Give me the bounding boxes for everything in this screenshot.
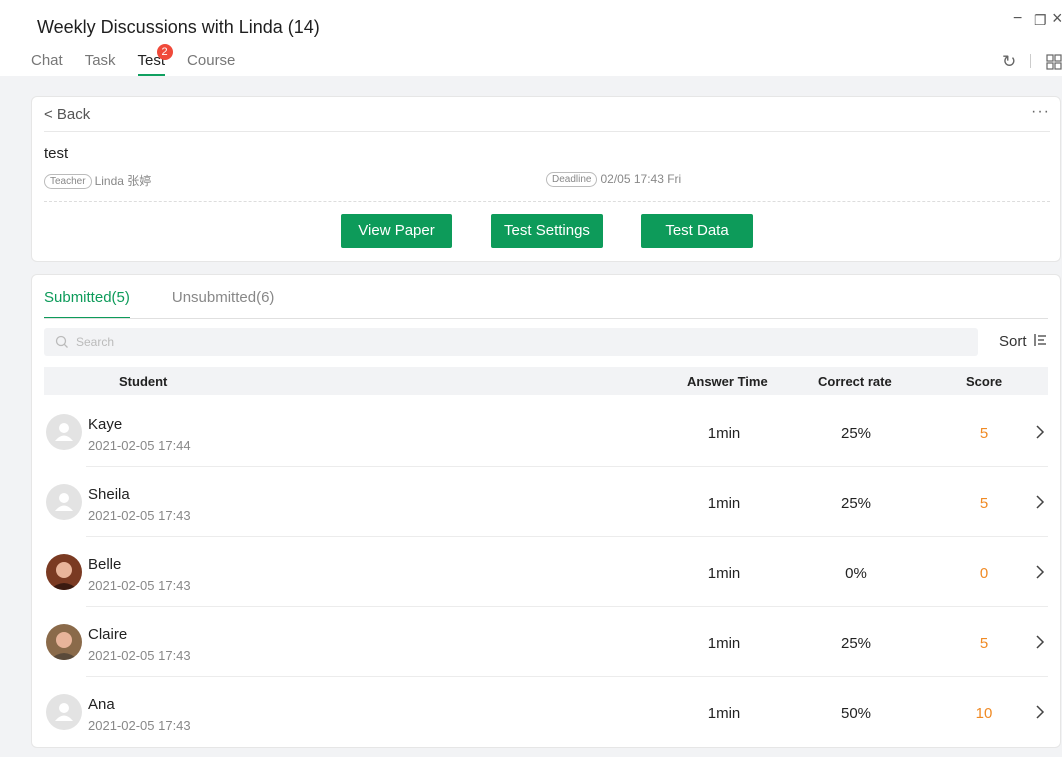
- student-name: Kaye: [88, 416, 123, 433]
- deadline-value: 02/05 17:43 Fri: [600, 172, 682, 186]
- answer-time: 1min: [707, 565, 741, 582]
- view-paper-button[interactable]: View Paper: [341, 214, 452, 248]
- table-row[interactable]: Claire 2021-02-05 17:43 1min 25% 5: [44, 607, 1048, 677]
- sort-icon: [1034, 334, 1046, 346]
- test-settings-button[interactable]: Test Settings: [491, 214, 603, 248]
- student-name: Belle: [88, 556, 122, 573]
- tab-task[interactable]: Task: [85, 52, 116, 76]
- divider: [44, 318, 1048, 319]
- score: 5: [979, 495, 989, 512]
- grid-icon[interactable]: [1046, 54, 1062, 70]
- avatar: [46, 694, 82, 730]
- answer-time: 1min: [707, 495, 741, 512]
- answer-time: 1min: [707, 705, 741, 722]
- teacher-info: Teacher Linda 张婷: [44, 172, 152, 190]
- table-row[interactable]: Ana 2021-02-05 17:43 1min 50% 10: [44, 677, 1048, 747]
- search-input[interactable]: [44, 328, 978, 356]
- window-title: Weekly Discussions with Linda (14): [37, 17, 320, 37]
- correct-rate: 0%: [845, 565, 867, 582]
- tab-submitted[interactable]: Submitted(5): [44, 289, 130, 319]
- back-button[interactable]: < Back: [44, 106, 90, 123]
- sort-label: Sort: [999, 333, 1027, 350]
- search-icon: [55, 335, 68, 348]
- avatar: [46, 484, 82, 520]
- test-title: test: [44, 145, 69, 162]
- chevron-right-icon: [1036, 635, 1045, 649]
- close-button[interactable]: ×: [1052, 8, 1062, 29]
- sort-button[interactable]: Sort: [999, 333, 1047, 350]
- divider: [44, 131, 1050, 132]
- tab-course[interactable]: Course: [187, 52, 235, 76]
- avatar: [46, 414, 82, 450]
- deadline-info: Deadline 02/05 17:43 Fri: [546, 172, 682, 188]
- more-icon[interactable]: ···: [1031, 103, 1050, 121]
- answer-time: 1min: [707, 425, 741, 442]
- test-data-button[interactable]: Test Data: [641, 214, 753, 248]
- column-score: Score: [966, 374, 1003, 389]
- submit-time: 2021-02-05 17:44: [88, 438, 191, 453]
- submit-time: 2021-02-05 17:43: [88, 648, 191, 663]
- table-row[interactable]: Belle 2021-02-05 17:43 1min 0% 0: [44, 537, 1048, 607]
- column-correct-rate: Correct rate: [818, 374, 892, 389]
- refresh-icon[interactable]: ↻: [1002, 52, 1016, 72]
- chevron-right-icon: [1036, 495, 1045, 509]
- tab-unsubmitted[interactable]: Unsubmitted(6): [172, 289, 275, 319]
- channel-tabs: Chat Task Test 2 Course: [31, 44, 257, 76]
- toolbar-divider: [1030, 54, 1031, 68]
- avatar: [46, 624, 82, 660]
- chevron-right-icon: [1036, 705, 1045, 719]
- student-name: Ana: [88, 696, 115, 713]
- correct-rate: 25%: [840, 635, 872, 652]
- notification-badge: 2: [156, 44, 173, 60]
- answer-time: 1min: [707, 635, 741, 652]
- column-answer-time: Answer Time: [687, 374, 768, 389]
- chevron-right-icon: [1036, 565, 1045, 579]
- student-name: Claire: [88, 626, 128, 643]
- submission-tabs: Submitted(5) Unsubmitted(6): [44, 289, 316, 319]
- avatar: [46, 554, 82, 590]
- restore-button[interactable]: ❐: [1034, 12, 1047, 29]
- deadline-tag: Deadline: [546, 172, 598, 188]
- test-info-card: < Back ··· test Teacher Linda 张婷 Deadline…: [31, 96, 1061, 262]
- submit-time: 2021-02-05 17:43: [88, 578, 191, 593]
- dashed-divider: [44, 201, 1050, 202]
- tab-chat[interactable]: Chat: [31, 52, 63, 76]
- title-bar: Weekly Discussions with Linda (14) − ❐ ×…: [0, 0, 1062, 76]
- teacher-name: Linda 张婷: [94, 174, 152, 188]
- table-header: Student Answer Time Correct rate Score: [44, 367, 1048, 395]
- column-student: Student: [119, 374, 168, 389]
- minimize-button[interactable]: −: [1013, 10, 1022, 28]
- score: 5: [979, 635, 989, 652]
- table-row[interactable]: Kaye 2021-02-05 17:44 1min 25% 5: [44, 397, 1048, 467]
- student-name: Sheila: [88, 486, 130, 503]
- table-row[interactable]: Sheila 2021-02-05 17:43 1min 25% 5: [44, 467, 1048, 537]
- score: 10: [975, 705, 993, 722]
- tab-test[interactable]: Test 2: [137, 44, 173, 76]
- correct-rate: 25%: [840, 425, 872, 442]
- score: 5: [979, 425, 989, 442]
- correct-rate: 25%: [840, 495, 872, 512]
- score: 0: [979, 565, 989, 582]
- submit-time: 2021-02-05 17:43: [88, 508, 191, 523]
- submissions-card: Submitted(5) Unsubmitted(6) Sort Student…: [31, 274, 1061, 748]
- teacher-tag: Teacher: [44, 174, 92, 190]
- submit-time: 2021-02-05 17:43: [88, 718, 191, 733]
- correct-rate: 50%: [840, 705, 872, 722]
- chevron-right-icon: [1036, 425, 1045, 439]
